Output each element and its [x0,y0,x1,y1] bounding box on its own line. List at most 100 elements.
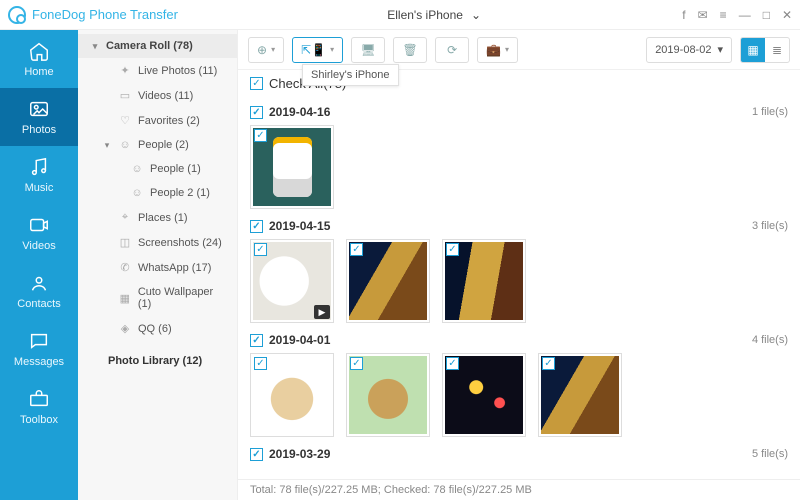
date-section: ✓2019-04-153 file(s)✓▶✓✓ [250,219,788,323]
album-icon: ⌖ [118,211,132,224]
thumb-row: ✓▶✓✓ [250,239,788,323]
photo-thumb[interactable]: ✓ [442,239,526,323]
tree-group-camera-roll[interactable]: ▾Camera Roll (78) [78,34,237,58]
brand-text: FoneDog Phone Transfer [32,7,178,22]
nav-label: Music [25,182,54,194]
nav-item-home[interactable]: Home [0,30,78,88]
tree-item[interactable]: ⌖ Places (1) [78,205,237,230]
chevron-down-icon: ▾ [717,43,723,56]
tree-label: People (1) [150,163,201,175]
titlebar: FoneDog Phone Transfer Ellen's iPhone ⌄ … [0,0,800,30]
tree-group-photo-library[interactable]: Photo Library (12) [78,349,237,373]
tree-label: Live Photos (11) [138,65,217,77]
section-count: 4 file(s) [752,334,788,346]
trash-icon: 🗑 [402,43,417,57]
refresh-button[interactable]: ⟳ [435,37,469,63]
tree-label: Camera Roll (78) [106,40,193,52]
thumb-checkbox[interactable]: ✓ [446,243,459,256]
section-header[interactable]: ✓2019-04-014 file(s) [250,333,788,347]
grid-view-button[interactable]: ▦ [741,38,765,62]
brand-logo-icon [8,6,26,24]
section-header[interactable]: ✓2019-03-295 file(s) [250,447,788,461]
date-section: ✓2019-04-161 file(s)✓ [250,105,788,209]
album-icon: ☺ [130,163,144,175]
album-icon: ☺ [118,139,132,151]
thumb-checkbox[interactable]: ✓ [350,357,363,370]
tree-item[interactable]: ▦Cuto Wallpaper (1) [78,280,237,316]
thumb-checkbox[interactable]: ✓ [254,357,267,370]
nav-item-photos[interactable]: Photos [0,88,78,146]
tree-item[interactable]: ▾ ☺ People (2) [78,133,237,157]
delete-button[interactable]: 🗑 [393,37,427,63]
list-view-button[interactable]: ≣ [765,38,789,62]
tree-label: Places (1) [138,212,188,224]
tree-label: People (2) [138,139,189,151]
tree-item[interactable]: ♡Favorites (2) [78,108,237,133]
plus-icon: ⊕ [257,43,267,57]
device-selector[interactable]: Ellen's iPhone ⌄ [379,8,481,22]
section-header[interactable]: ✓2019-04-153 file(s) [250,219,788,233]
tree-item[interactable]: ✆WhatsApp (17) [78,255,237,280]
add-button[interactable]: ⊕▾ [248,37,284,63]
device-name: Ellen's iPhone [387,8,463,22]
photo-thumb[interactable]: ✓ [346,239,430,323]
photo-thumb[interactable]: ✓ [346,353,430,437]
section-checkbox[interactable]: ✓ [250,106,263,119]
tree-item[interactable]: ✦Live Photos (11) [78,58,237,83]
photo-scroll[interactable]: ✓ Check All(78) ✓2019-04-161 file(s)✓✓20… [238,70,800,479]
maximize-icon[interactable]: □ [763,8,770,22]
thumb-checkbox[interactable]: ✓ [446,357,459,370]
tree-subitem[interactable]: ☺People 2 (1) [78,181,237,205]
briefcase-icon: 💼 [486,43,501,57]
photo-thumb[interactable]: ✓ [250,353,334,437]
nav-label: Contacts [17,298,60,310]
to-pc-button[interactable]: 🖥 [351,37,385,63]
feedback-icon[interactable]: ✉ [698,8,708,22]
nav-item-music[interactable]: Music [0,146,78,204]
thumb-checkbox[interactable]: ✓ [254,243,267,256]
section-header[interactable]: ✓2019-04-161 file(s) [250,105,788,119]
chevron-down-icon: ▾ [271,45,275,54]
chevron-down-icon: ⌄ [471,8,481,22]
chevron-down-icon: ▾ [505,45,509,54]
phone-icon: ⇱📱 [301,43,326,57]
close-icon[interactable]: ✕ [782,8,792,22]
tree-item[interactable]: ◈ QQ (6) [78,316,237,341]
photo-thumb[interactable]: ✓ [538,353,622,437]
tree-item[interactable]: ▭Videos (11) [78,83,237,108]
toolbox-button[interactable]: 💼▾ [477,37,518,63]
home-icon [28,40,50,62]
date-picker[interactable]: 2019-08-02 ▾ [646,37,732,63]
nav-item-messages[interactable]: Messages [0,320,78,378]
view-toggle: ▦ ≣ [740,37,790,63]
section-count: 1 file(s) [752,106,788,118]
to-device-button[interactable]: ⇱📱▾ [292,37,343,63]
thumb-checkbox[interactable]: ✓ [350,243,363,256]
check-all-checkbox[interactable]: ✓ [250,77,263,90]
thumb-checkbox[interactable]: ✓ [542,357,555,370]
album-icon: ▭ [118,89,132,102]
tree-label: People 2 (1) [150,187,210,199]
nav-item-toolbox[interactable]: Toolbox [0,378,78,436]
tree-item[interactable]: ◫Screenshots (24) [78,230,237,255]
section-checkbox[interactable]: ✓ [250,220,263,233]
tree-subitem[interactable]: ☺ People (1) [78,157,237,181]
menu-icon[interactable]: ≡ [720,8,727,22]
tree-label: Favorites (2) [138,115,200,127]
facebook-icon[interactable]: f [682,8,685,22]
caret-icon: ▾ [102,140,112,151]
minimize-icon[interactable]: — [739,8,751,22]
album-icon: ◈ [118,322,132,335]
tree-label: QQ (6) [138,323,172,335]
nav-rail: HomePhotos Music Videos Contacts MessagesToo… [0,30,78,500]
photo-thumb[interactable]: ✓ [250,125,334,209]
section-checkbox[interactable]: ✓ [250,334,263,347]
photo-thumb[interactable]: ✓ [442,353,526,437]
date-section: ✓2019-03-295 file(s) [250,447,788,461]
photo-thumb[interactable]: ✓▶ [250,239,334,323]
nav-item-contacts[interactable]: Contacts [0,262,78,320]
section-checkbox[interactable]: ✓ [250,448,263,461]
thumb-checkbox[interactable]: ✓ [254,129,267,142]
nav-item-videos[interactable]: Videos [0,204,78,262]
contacts-icon [28,272,50,294]
